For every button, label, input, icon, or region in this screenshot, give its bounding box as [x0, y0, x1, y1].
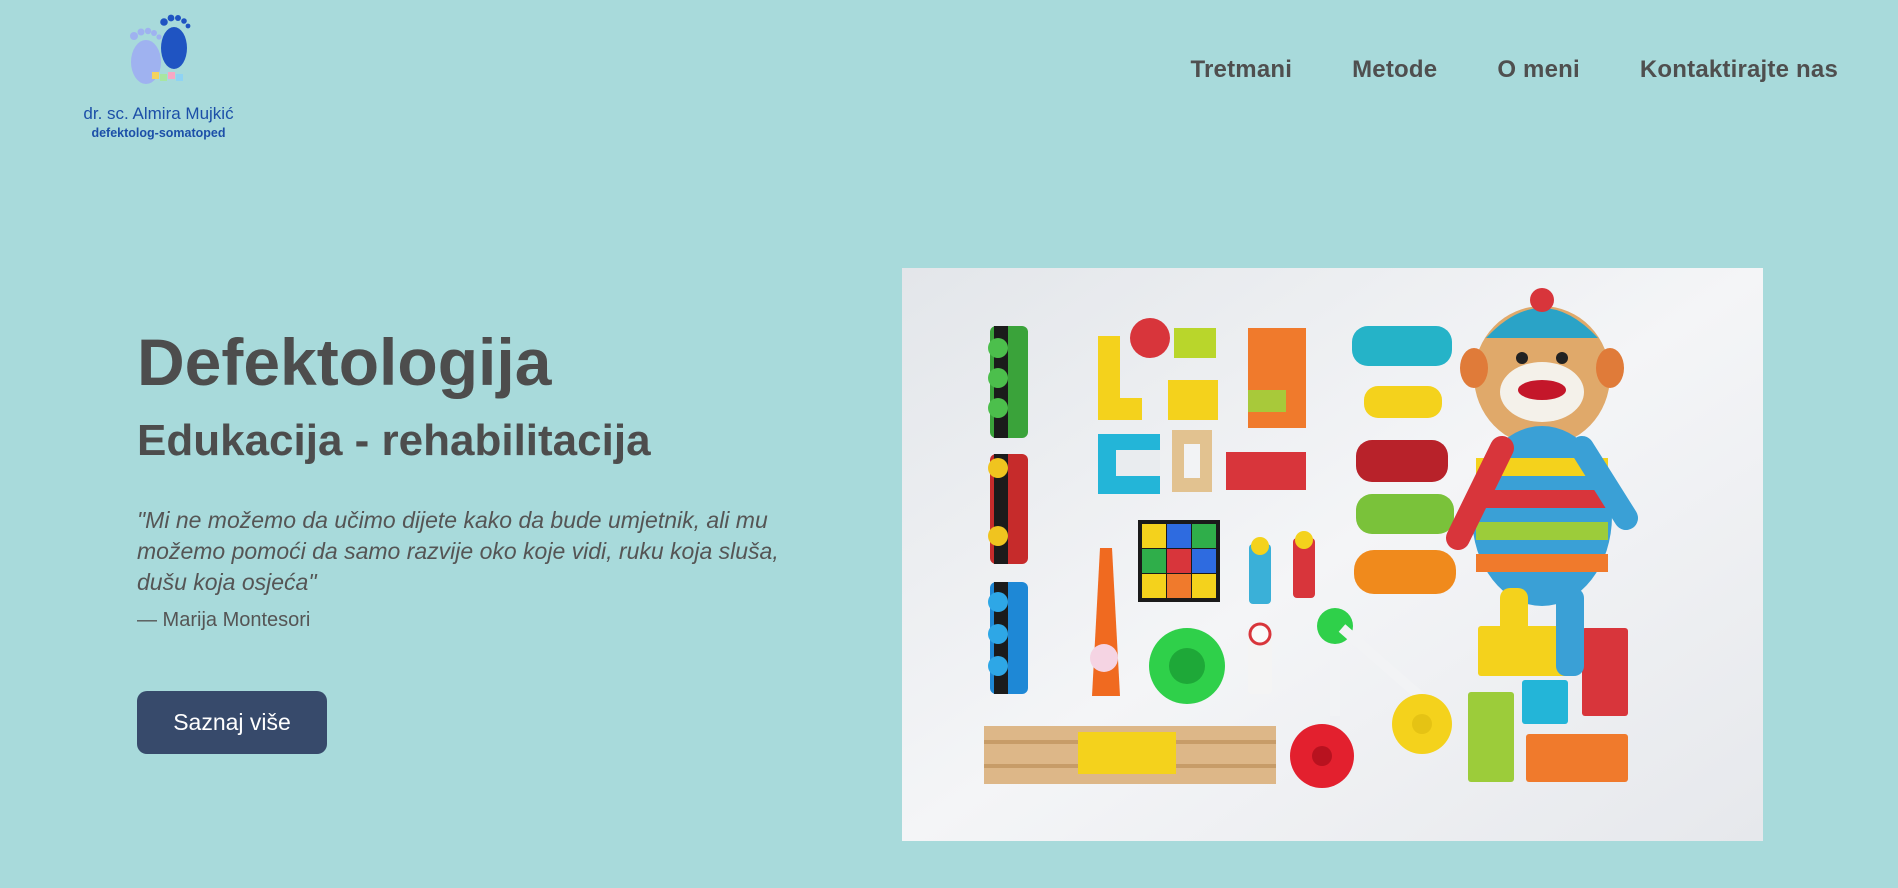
logo-subtitle: defektolog-somatoped — [91, 126, 226, 140]
train-red — [988, 454, 1028, 564]
nav-item-metode[interactable]: Metode — [1352, 56, 1437, 84]
hero-title: Defektologija — [137, 325, 552, 399]
nav-item-o-meni[interactable]: O meni — [1497, 56, 1580, 84]
logo-name: dr. sc. Almira Mujkić — [83, 104, 234, 123]
train-green — [988, 326, 1028, 438]
toys-photo — [902, 268, 1763, 841]
nav-item-tretmani[interactable]: Tretmani — [1190, 56, 1292, 84]
rubik-cube — [1138, 520, 1220, 602]
train-blue — [988, 582, 1028, 694]
learn-more-button[interactable]: Saznaj više — [137, 691, 327, 754]
logo[interactable]: dr. sc. Almira Mujkić defektolog-somatop… — [66, 10, 251, 140]
quote-author: — Marija Montesori — [137, 609, 311, 631]
nav-item-kontakt[interactable]: Kontaktirajte nas — [1640, 56, 1838, 84]
hero-subtitle: Edukacija - rehabilitacija — [137, 416, 651, 465]
toys-illustration — [902, 268, 1763, 841]
main-nav: Tretmani Metode O meni Kontaktirajte nas — [1190, 56, 1838, 84]
hero-quote: "Mi ne možemo da učimo dijete kako da bu… — [137, 507, 779, 595]
baby-feet-icon — [130, 14, 191, 84]
